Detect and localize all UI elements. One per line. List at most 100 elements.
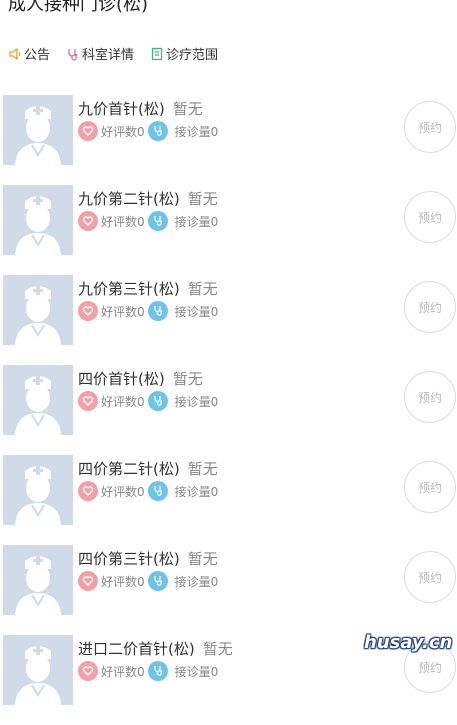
doctor-avatar-icon (3, 185, 73, 255)
rating-badge (78, 301, 98, 321)
rating-badge (78, 571, 98, 591)
doctor-row[interactable]: 九价第二针(松) 暂无好评数0 接诊量0 预约 (0, 185, 457, 275)
tab-department-details[interactable]: 科室详情 (66, 44, 134, 63)
book-button[interactable]: 预约 (404, 551, 456, 603)
doctor-status: 暂无 (172, 370, 203, 388)
doctor-stats: 好评数0 接诊量0 (78, 211, 218, 231)
doctor-stats: 好评数0 接诊量0 (78, 571, 218, 591)
rating-count: 好评数0 (101, 214, 145, 229)
doctor-avatar-icon (3, 455, 73, 525)
doctor-name: 四价第二针(松) (78, 460, 180, 478)
stethoscope-icon (153, 666, 162, 676)
doctor-status: 暂无 (172, 100, 203, 118)
doctor-name: 四价第三针(松) (78, 550, 180, 568)
doctor-avatar (3, 545, 73, 615)
rating-count: 好评数0 (101, 394, 145, 409)
visits-badge (147, 661, 168, 681)
visits-badge (147, 481, 168, 501)
doctor-row[interactable]: 九价首针(松) 暂无 好评数0 接诊量0 预约 (0, 95, 457, 185)
visits-count: 接诊量0 (174, 304, 219, 319)
heart-icon (82, 666, 94, 676)
visits-badge (147, 391, 168, 411)
doctor-stats: 好评数0 接诊量0 (78, 121, 218, 141)
tab-label: 诊疗范围 (166, 48, 219, 63)
rating-badge (78, 661, 98, 681)
doctor-status: 暂无 (187, 460, 218, 478)
doctor-avatar-icon (3, 275, 73, 345)
doctor-name-line: 九价第三针(松) 暂无 (78, 278, 218, 299)
doctor-avatar (3, 185, 73, 255)
rating-badge (78, 391, 98, 411)
doctor-name-line: 四价第二针(松) 暂无 (78, 458, 218, 479)
speaker-icon (9, 47, 21, 60)
visits-badge (147, 211, 168, 231)
doctor-avatar (3, 95, 73, 165)
watermark-text: husay.cn (364, 632, 453, 653)
doctor-avatar (3, 275, 73, 345)
stethoscope-icon (153, 576, 162, 586)
stethoscope-icon (68, 48, 78, 61)
doctor-name: 进口二价首针(松) (78, 640, 195, 658)
heart-icon (82, 396, 94, 406)
heart-icon (82, 306, 94, 316)
rating-badge (78, 211, 98, 231)
document-icon (151, 47, 163, 60)
doctor-avatar (3, 455, 73, 525)
visits-count: 接诊量0 (174, 664, 219, 679)
doctor-row[interactable]: 四价第三针(松) 暂无好评数0 接诊量0 预约 (0, 545, 457, 635)
doctor-stats: 好评数0 接诊量0 (78, 391, 218, 411)
visits-badge (147, 571, 168, 591)
doctor-name-line: 四价第三针(松) 暂无 (78, 548, 218, 569)
doctor-list: 九价首针(松) 暂无 好评数0 接诊量0 预约 九价第二针(松) 暂无 好评数0 接诊量0 预约九… (0, 95, 457, 725)
doctor-status: 暂无 (187, 190, 218, 208)
book-button[interactable]: 预约 (404, 461, 456, 513)
visits-count: 接诊量0 (174, 574, 219, 589)
doctor-avatar-icon (3, 365, 73, 435)
rating-badge (78, 481, 98, 501)
heart-icon (82, 576, 94, 586)
page-title: 成人接种门诊(松) (8, 0, 149, 15)
heart-icon (82, 486, 94, 496)
tab-label: 科室详情 (82, 48, 135, 63)
doctor-name: 四价首针(松) (78, 370, 165, 388)
stethoscope-icon (153, 126, 162, 136)
doctor-name-line: 九价首针(松) 暂无 (78, 98, 203, 119)
stethoscope-icon (153, 216, 162, 226)
doctor-row[interactable]: 四价第二针(松) 暂无好评数0 接诊量0 预约 (0, 455, 457, 545)
stethoscope-icon (153, 486, 162, 496)
book-button[interactable]: 预约 (404, 371, 456, 423)
doctor-avatar-icon (3, 95, 73, 165)
visits-count: 接诊量0 (174, 394, 219, 409)
doctor-row[interactable]: 九价第三针(松) 暂无好评数0 接诊量0 预约 (0, 275, 457, 365)
doctor-row[interactable]: 四价首针(松) 暂无好评数0 接诊量0 预约 (0, 365, 457, 455)
doctor-name-line: 九价第二针(松) 暂无 (78, 188, 218, 209)
rating-count: 好评数0 (101, 574, 145, 589)
rating-badge (78, 121, 98, 141)
visits-count: 接诊量0 (174, 484, 219, 499)
rating-count: 好评数0 (101, 664, 145, 679)
doctor-stats: 好评数0 接诊量0 (78, 481, 218, 501)
visits-badge (147, 301, 168, 321)
doctor-name: 九价第二针(松) (78, 190, 180, 208)
tab-label: 公告 (24, 48, 51, 63)
book-button[interactable]: 预约 (404, 191, 456, 243)
stethoscope-icon (153, 396, 162, 406)
stethoscope-icon (153, 306, 162, 316)
visits-count: 接诊量0 (174, 124, 219, 139)
doctor-name-line: 四价首针(松) 暂无 (78, 368, 203, 389)
doctor-status: 暂无 (202, 640, 233, 658)
doctor-stats: 好评数0 接诊量0 (78, 661, 218, 681)
doctor-status: 暂无 (187, 280, 218, 298)
doctor-status: 暂无 (187, 550, 218, 568)
rating-count: 好评数0 (101, 304, 145, 319)
doctor-avatar (3, 365, 73, 435)
book-button[interactable]: 预约 (404, 101, 456, 153)
heart-icon (82, 126, 94, 136)
heart-icon (82, 216, 94, 226)
visits-badge (147, 121, 168, 141)
tab-treatment-scope[interactable]: 诊疗范围 (150, 44, 218, 63)
tab-announcement[interactable]: 公告 (8, 44, 50, 63)
book-button[interactable]: 预约 (404, 281, 456, 333)
visits-count: 接诊量0 (174, 214, 219, 229)
doctor-stats: 好评数0 接诊量0 (78, 301, 218, 321)
